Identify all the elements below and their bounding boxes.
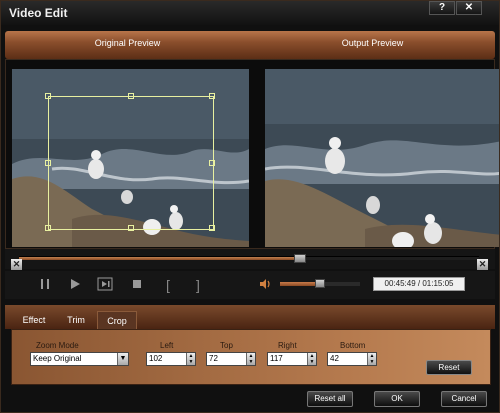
playback-controls: [ ] 00:45:49 / 01:15:05 [5, 271, 495, 299]
pause-icon[interactable] [37, 277, 53, 293]
left-stepper-icon[interactable]: ▲ ▼ [186, 353, 195, 365]
output-preview-label: Output Preview [341, 38, 404, 48]
crop-handle-top-right[interactable] [209, 93, 215, 99]
crop-handle-top-left[interactable] [45, 93, 51, 99]
stop-icon[interactable] [129, 277, 145, 293]
video-edit-dialog: Video Edit ? ✕ Original Preview Output P… [0, 0, 500, 413]
seek-bar[interactable] [5, 249, 495, 269]
left-value: 102 [149, 354, 163, 363]
output-video-frame [265, 69, 499, 247]
seek-start-marker-icon[interactable]: ✕ [11, 259, 22, 270]
time-display: 00:45:49 / 01:15:05 [373, 277, 465, 291]
crop-handle-bottom-right[interactable] [209, 225, 215, 231]
crop-handle-left[interactable] [45, 160, 51, 166]
window-title: Video Edit [9, 6, 68, 20]
seek-thumb[interactable] [293, 254, 306, 263]
play-icon[interactable] [67, 277, 83, 293]
original-preview-label: Original Preview [94, 38, 161, 48]
volume-thumb[interactable] [315, 279, 325, 288]
right-spinner[interactable]: 117 ▲ ▼ [267, 352, 317, 366]
cancel-button[interactable]: Cancel [441, 391, 487, 407]
top-spinner[interactable]: 72 ▲ ▼ [206, 352, 256, 366]
reset-all-button[interactable]: Reset all [307, 391, 353, 407]
output-video-image [265, 69, 499, 247]
reset-crop-button[interactable]: Reset [426, 360, 472, 375]
chevron-down-icon[interactable]: ▼ [117, 353, 128, 365]
crop-panel: Zoom Mode Keep Original ▼ Left 102 ▲ ▼ To… [11, 329, 491, 385]
preview-area [5, 59, 499, 249]
crop-selection-box[interactable] [45, 93, 215, 231]
bottom-value: 42 [330, 354, 339, 363]
tab-trim[interactable]: Trim [57, 311, 95, 329]
ok-button[interactable]: OK [374, 391, 420, 407]
mark-out-icon[interactable]: ] [191, 277, 205, 293]
help-button[interactable]: ? [429, 1, 455, 15]
bottom-label: Bottom [340, 341, 366, 350]
top-label: Top [220, 341, 233, 350]
right-label: Right [278, 341, 297, 350]
step-forward-icon[interactable] [97, 277, 113, 293]
volume-icon[interactable] [257, 277, 273, 293]
left-spinner[interactable]: 102 ▲ ▼ [146, 352, 196, 366]
crop-handle-top[interactable] [128, 93, 134, 99]
title-bar[interactable]: Video Edit ? ✕ [1, 1, 499, 25]
tab-effect[interactable]: Effect [15, 311, 53, 329]
edit-tabs: Effect Trim Crop [5, 305, 495, 329]
right-value: 117 [270, 354, 283, 363]
seek-track[interactable] [19, 254, 479, 263]
top-stepper-icon[interactable]: ▲ ▼ [246, 353, 255, 365]
crop-handle-bottom[interactable] [128, 225, 134, 231]
mark-in-icon[interactable]: [ [161, 277, 175, 293]
crop-handle-right[interactable] [209, 160, 215, 166]
right-stepper-icon[interactable]: ▲ ▼ [307, 353, 316, 365]
zoom-mode-label: Zoom Mode [36, 341, 79, 350]
bottom-spinner[interactable]: 42 ▲ ▼ [327, 352, 377, 366]
original-video-frame[interactable] [12, 69, 249, 247]
top-value: 72 [209, 354, 218, 363]
preview-header: Original Preview Output Preview [5, 31, 495, 59]
left-label: Left [160, 341, 174, 350]
close-button[interactable]: ✕ [456, 1, 482, 15]
zoom-mode-value: Keep Original [33, 354, 82, 363]
tab-crop[interactable]: Crop [97, 311, 137, 329]
seek-end-marker-icon[interactable]: ✕ [477, 259, 488, 270]
bottom-stepper-icon[interactable]: ▲ ▼ [367, 353, 376, 365]
seek-progress-fill [19, 257, 300, 260]
zoom-mode-select[interactable]: Keep Original ▼ [30, 352, 129, 366]
volume-fill [280, 282, 320, 286]
volume-slider[interactable] [280, 279, 360, 288]
crop-handle-bottom-left[interactable] [45, 225, 51, 231]
